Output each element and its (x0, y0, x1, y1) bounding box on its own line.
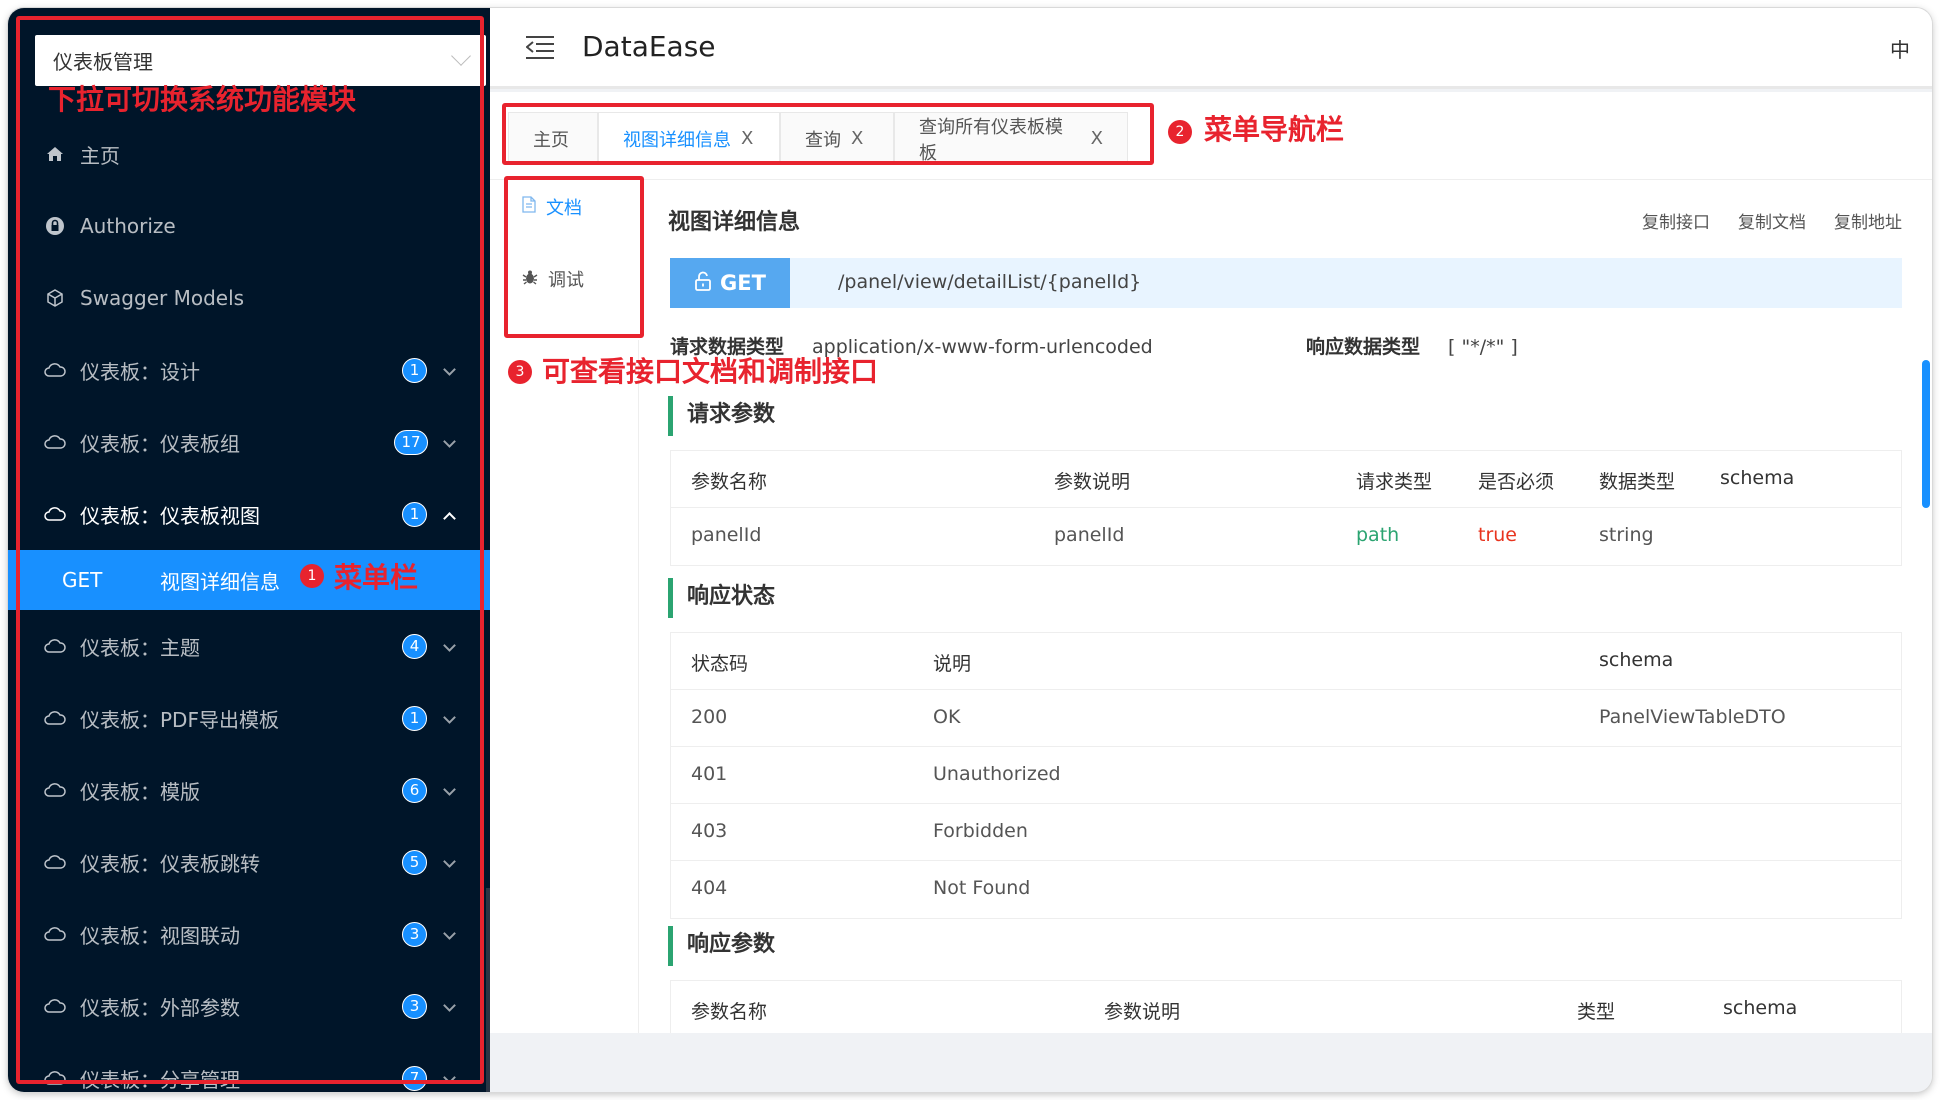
app-title: DataEase (582, 30, 716, 63)
section-response-status: 响应状态 (668, 578, 775, 618)
cell: path (1356, 524, 1400, 546)
unlock-icon (694, 271, 712, 296)
response-status-table: 状态码 说明 schema 200 OK PanelViewTableDTO 4… (670, 632, 1902, 919)
table-row: panelId panelId path true string (671, 508, 1901, 565)
column-header: 是否必须 (1478, 471, 1555, 493)
cell: true (1478, 524, 1517, 546)
api-title: 视图详细信息 (668, 210, 801, 235)
column-header: 状态码 (691, 653, 749, 675)
cell: string (1599, 524, 1654, 546)
cell: Forbidden (933, 820, 1028, 842)
cell: 401 (691, 763, 728, 785)
table-row: 200 OK PanelViewTableDTO (671, 690, 1901, 747)
column-header: 数据类型 (1599, 471, 1676, 493)
cell: panelId (691, 524, 762, 546)
column-header: 类型 (1577, 1001, 1616, 1023)
response-content-type: 响应数据类型 [ "*/*" ] (1306, 332, 1518, 359)
content-scrollbar[interactable] (1922, 360, 1930, 508)
table-row: 404 Not Found (671, 861, 1901, 918)
api-actions: 复制接口 复制文档 复制地址 (1642, 208, 1902, 233)
annotation-tab-nav: 菜单导航栏 (1204, 113, 1345, 146)
annotation-number: 2 (1168, 120, 1192, 144)
cell: OK (933, 706, 961, 728)
cell: 200 (691, 706, 728, 728)
column-header: 参数说明 (1054, 471, 1131, 493)
section-request-params: 请求参数 (668, 396, 775, 436)
cell: PanelViewTableDTO (1599, 706, 1786, 728)
table-header-row: 参数名称 参数说明 请求类型 是否必须 数据类型 schema (671, 451, 1901, 508)
footer-area (490, 1033, 1932, 1092)
annotation-doc-debug: 可查看接口文档和调制接口 (542, 355, 879, 388)
response-type-label: 响应数据类型 (1306, 336, 1421, 358)
response-params-table: 参数名称 参数说明 类型 schema (670, 980, 1902, 1033)
table-row: 401 Unauthorized (671, 747, 1901, 804)
app-window: 仪表板管理 主页 Authorize Swagger Models 仪表板：设计… (8, 8, 1932, 1092)
column-header: 参数名称 (691, 1001, 768, 1023)
annotation-box-sidebar (16, 16, 484, 1084)
annotation-number: 1 (300, 564, 324, 588)
annotation-number: 3 (508, 360, 532, 384)
cell: Not Found (933, 877, 1031, 899)
column-header: 参数名称 (691, 471, 768, 493)
header: DataEase 中 (490, 8, 1932, 89)
menu-collapse-icon[interactable] (526, 36, 554, 60)
column-header: 说明 (933, 653, 972, 675)
request-params-table: 参数名称 参数说明 请求类型 是否必须 数据类型 schema panelId … (670, 450, 1902, 566)
annotation-menu: 菜单栏 (334, 561, 419, 594)
api-path: /panel/view/detailList/{panelId} (838, 271, 1142, 293)
copy-address-button[interactable]: 复制地址 (1834, 208, 1902, 233)
api-doc-panel: 文档 调试 视图详细信息 复制接口 复制文档 复制地址 GET /panel/v… (490, 180, 1932, 1033)
method-label: GET (720, 271, 766, 295)
column-header: schema (1720, 467, 1795, 489)
response-type-value: [ "*/*" ] (1448, 336, 1518, 358)
column-header: schema (1723, 997, 1798, 1019)
copy-api-button[interactable]: 复制接口 (1642, 208, 1710, 233)
annotation-module-switch: 下拉可切换系统功能模块 (48, 83, 357, 116)
annotation-box-side-tabs (504, 176, 644, 338)
column-header: schema (1599, 649, 1674, 671)
copy-doc-button[interactable]: 复制文档 (1738, 208, 1806, 233)
method-badge[interactable]: GET (670, 258, 790, 308)
cell: 404 (691, 877, 728, 899)
cell: Unauthorized (933, 763, 1061, 785)
url-bar: GET /panel/view/detailList/{panelId} (670, 258, 1902, 308)
annotation-box-tabs (502, 103, 1154, 165)
table-header-row: 参数名称 参数说明 类型 schema (671, 981, 1901, 1033)
column-header: 参数说明 (1104, 1001, 1181, 1023)
cell: 403 (691, 820, 728, 842)
table-row: 403 Forbidden (671, 804, 1901, 861)
table-header-row: 状态码 说明 schema (671, 633, 1901, 690)
divider (638, 340, 639, 1033)
column-header: 请求类型 (1356, 471, 1433, 493)
cell: panelId (1054, 524, 1125, 546)
section-response-params: 响应参数 (668, 926, 775, 966)
language-switch[interactable]: 中 (1890, 34, 1910, 63)
